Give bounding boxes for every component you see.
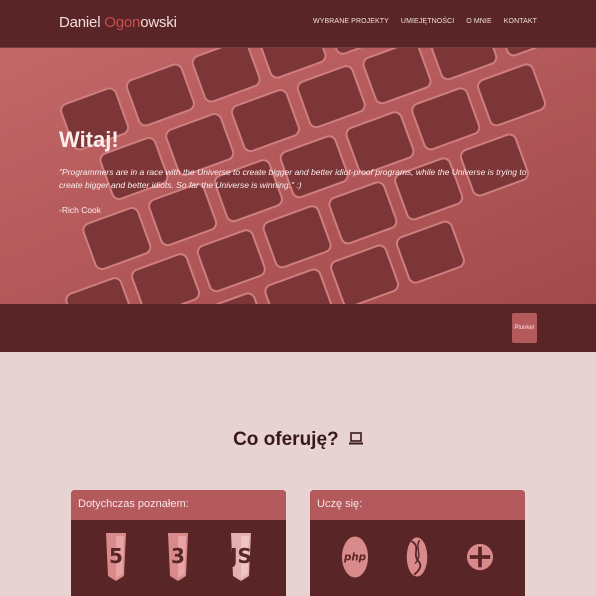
navbar: Daniel Ogonowski WYBRANE PROJEKTY UMIEJĘ… [0, 0, 596, 48]
brand-last: owski [140, 14, 177, 31]
svg-text:5: 5 [109, 544, 123, 568]
svg-text:3: 3 [172, 544, 186, 568]
nav-menu: WYBRANE PROJEKTY UMIEJĘTNOŚCI O MNIE KON… [313, 18, 537, 25]
hero-title: Witaj! [59, 127, 119, 152]
known-skills-icons: 5 3 JS [71, 530, 286, 584]
html5-icon: 5 [102, 530, 130, 584]
brand-first: Daniel [59, 14, 105, 31]
brand-highlight: Ogon [104, 14, 141, 31]
nav-item-contact[interactable]: KONTAKT [504, 18, 537, 25]
learning-skills-icons: php [310, 530, 525, 584]
php-icon: php [341, 530, 369, 584]
learning-skills-header: Uczę się: [310, 490, 525, 520]
known-skills-card: Dotychczas poznałem: 5 3 JS [71, 490, 286, 596]
nav-item-projects[interactable]: WYBRANE PROJEKTY [313, 18, 389, 25]
plus-icon [466, 530, 494, 584]
brand-logo[interactable]: Daniel Ogonowski [59, 14, 177, 31]
link-band: Plunker [0, 304, 596, 352]
javascript-icon: JS [227, 530, 255, 584]
hero-quote: "Programmers are in a race with the Univ… [59, 167, 527, 190]
offer-title-text: Co oferuję? [233, 429, 339, 451]
nav-item-about[interactable]: O MNIE [466, 18, 492, 25]
svg-text:JS: JS [230, 544, 252, 568]
mysql-icon [403, 530, 431, 584]
known-skills-header: Dotychczas poznałem: [71, 490, 286, 520]
nav-item-skills[interactable]: UMIEJĘTNOŚCI [401, 18, 454, 25]
css3-icon: 3 [164, 530, 192, 584]
hero-section: Witaj! "Programmers are in a race with t… [0, 48, 596, 304]
svg-text:php: php [343, 552, 366, 564]
offer-section-title: Co oferuję? [0, 429, 596, 451]
learning-skills-card: Uczę się: php [310, 490, 525, 596]
plunker-button[interactable]: Plunker [512, 313, 537, 343]
laptop-icon [348, 429, 363, 451]
hero-quote-author: -Rich Cook [59, 205, 102, 215]
